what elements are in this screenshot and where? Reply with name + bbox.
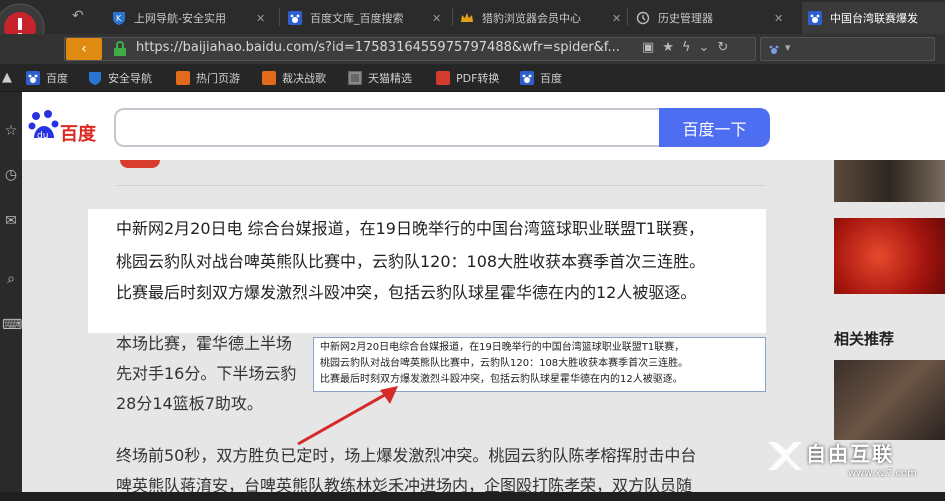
side-panel bbox=[0, 92, 22, 492]
author-avatar[interactable] bbox=[120, 160, 160, 168]
tab-5-label: 中国台湾联赛爆发 bbox=[830, 12, 918, 25]
tab-divider bbox=[452, 8, 453, 26]
chevron-down-icon[interactable]: ⌄ bbox=[699, 40, 710, 58]
article-line: 桃园云豹队对战台啤英熊队比赛中，云豹队120：108大胜收获本赛季首次三连胜。 bbox=[116, 252, 706, 271]
bookmark-item[interactable]: PDF转换 bbox=[436, 68, 499, 88]
article-line: 28分14篮板7助攻。 bbox=[116, 394, 263, 413]
baidu-search-button[interactable]: 百度一下 bbox=[659, 108, 770, 147]
tab-3-label: 猎豹浏览器会员中心 bbox=[482, 12, 581, 25]
article-line: 啤英熊队蒋淯安，台啤英熊队教练林彣禾冲进场内，企图殴打陈孝荣，双方队员随 bbox=[116, 476, 693, 495]
lightning-icon[interactable]: ϟ bbox=[682, 40, 691, 58]
article-line: 比赛最后时刻双方爆发激烈斗殴冲突，包括云豹队球星霍华德在内的12人被驱逐。 bbox=[116, 283, 697, 302]
bookmark-label: 热门页游 bbox=[196, 72, 240, 85]
url-text[interactable]: https://baijiahao.baidu.com/s?id=1758316… bbox=[136, 40, 636, 55]
bookmark-label: 百度 bbox=[46, 72, 68, 85]
tab-2-close-icon[interactable]: ✕ bbox=[432, 12, 441, 25]
history-icon bbox=[636, 11, 650, 25]
article-line: 中新网2月20日电 综合台媒报道，在19日晚举行的中国台湾篮球职业联盟T1联赛， bbox=[116, 219, 704, 238]
watermark-subtext: www.xz7.com bbox=[848, 468, 917, 479]
star-icon[interactable]: ★ bbox=[662, 40, 674, 58]
clock-icon[interactable]: ◷ bbox=[2, 166, 20, 184]
shield-k-icon: K bbox=[113, 12, 125, 25]
back-button[interactable]: ↶ bbox=[72, 8, 90, 26]
tab-divider bbox=[627, 8, 628, 26]
baidu-paw-icon bbox=[520, 71, 534, 85]
screenshot-icon[interactable]: ▣ bbox=[642, 40, 654, 58]
bookmark-item[interactable]: 裁决战歌 bbox=[262, 68, 326, 88]
bookmark-label: PDF转换 bbox=[456, 72, 500, 85]
bookmark-label: 裁决战歌 bbox=[282, 72, 326, 85]
game-k-icon bbox=[176, 71, 190, 85]
tab-2[interactable]: 百度文库_百度搜索 ✕ bbox=[288, 2, 446, 34]
tooltip-line: 桃园云豹队对战台啤英熊队比赛中，云豹队120：108大胜收获本赛季首次三连胜。 bbox=[320, 358, 689, 369]
shield-k-icon bbox=[89, 72, 101, 85]
related-thumbnail[interactable] bbox=[834, 360, 945, 440]
tab-1-label: 上网导航-安全实用 bbox=[134, 12, 226, 25]
bookmark-label: 安全导航 bbox=[108, 72, 152, 85]
baidu-paw-icon bbox=[769, 45, 779, 54]
bookmark-label: 百度 bbox=[540, 72, 562, 85]
tab-3-close-icon[interactable]: ✕ bbox=[612, 12, 621, 25]
crown-icon bbox=[461, 13, 473, 22]
svg-text:K: K bbox=[116, 14, 122, 23]
bookmark-item[interactable]: 百度 bbox=[520, 68, 562, 88]
pdf-icon bbox=[436, 71, 450, 85]
nav-back-button[interactable]: ‹ bbox=[66, 38, 102, 60]
tab-5-active[interactable]: 中国台湾联赛爆发 bbox=[802, 2, 945, 34]
related-thumbnail[interactable] bbox=[834, 218, 945, 294]
tmall-icon bbox=[348, 71, 362, 85]
game-k-icon bbox=[262, 71, 276, 85]
tooltip-line: 中新网2月20日电综合台媒报道，在19日晚举行的中国台湾篮球职业联盟T1联赛， bbox=[320, 342, 685, 353]
tab-1-close-icon[interactable]: ✕ bbox=[256, 12, 265, 25]
mail-icon[interactable]: ✉ bbox=[2, 212, 20, 230]
baidu-search-input[interactable] bbox=[114, 108, 659, 147]
svg-text:du: du bbox=[37, 131, 48, 141]
gamepad-icon[interactable]: ⌨ bbox=[2, 316, 22, 334]
baidu-logo-text: 百度 bbox=[60, 124, 96, 145]
baidu-paw-icon bbox=[808, 11, 822, 25]
header-divider bbox=[116, 185, 766, 186]
bookmark-item[interactable]: 天猫精选 bbox=[348, 68, 412, 88]
address-actions: ▣ ★ ϟ ⌄ ↻ bbox=[642, 40, 754, 58]
tab-4-close-icon[interactable]: ✕ bbox=[774, 12, 783, 25]
tab-divider bbox=[279, 8, 280, 26]
baidu-logo[interactable]: du 百度 bbox=[28, 108, 98, 145]
tab-3[interactable]: 猎豹浏览器会员中心 ✕ bbox=[460, 2, 626, 34]
tab-4-label: 历史管理器 bbox=[658, 12, 713, 25]
bookmark-item[interactable]: 百度 bbox=[26, 68, 68, 88]
baidu-paw-logo-icon: du bbox=[28, 110, 59, 141]
chevron-left-icon: ‹ bbox=[81, 41, 87, 57]
search-icon[interactable]: ⌕ bbox=[2, 270, 20, 288]
site-watermark: 自由互联 www.xz7.com bbox=[760, 430, 945, 492]
bookmark-item[interactable]: 热门页游 bbox=[176, 68, 240, 88]
refresh-icon[interactable]: ↻ bbox=[717, 40, 728, 58]
tab-2-label: 百度文库_百度搜索 bbox=[310, 12, 404, 25]
engine-search-box[interactable]: ▾ bbox=[760, 37, 935, 61]
tab-1[interactable]: K 上网导航-安全实用 ✕ bbox=[112, 2, 270, 34]
secure-lock-icon bbox=[113, 41, 127, 57]
article-line: 先对手16分。下半场云豹 bbox=[116, 364, 297, 383]
back-arrow-icon: ↶ bbox=[72, 8, 84, 24]
annotation-arrow-icon bbox=[297, 386, 398, 446]
tab-4[interactable]: 历史管理器 ✕ bbox=[636, 2, 784, 34]
related-thumbnail[interactable] bbox=[834, 160, 945, 202]
star-icon[interactable]: ☆ bbox=[2, 122, 20, 140]
x-logo-icon bbox=[768, 442, 802, 470]
baidu-paw-icon bbox=[26, 71, 40, 85]
baidu-paw-icon bbox=[288, 11, 302, 25]
bookmark-item[interactable]: 安全导航 bbox=[88, 68, 152, 88]
home-icon[interactable]: ▲ bbox=[2, 70, 12, 85]
watermark-text: 自由互联 bbox=[806, 442, 894, 466]
chevron-down-icon[interactable]: ▾ bbox=[785, 41, 791, 54]
article-line: 本场比赛，霍华德上半场 bbox=[116, 334, 293, 353]
related-heading: 相关推荐 bbox=[834, 330, 895, 348]
bookmark-label: 天猫精选 bbox=[368, 72, 412, 85]
